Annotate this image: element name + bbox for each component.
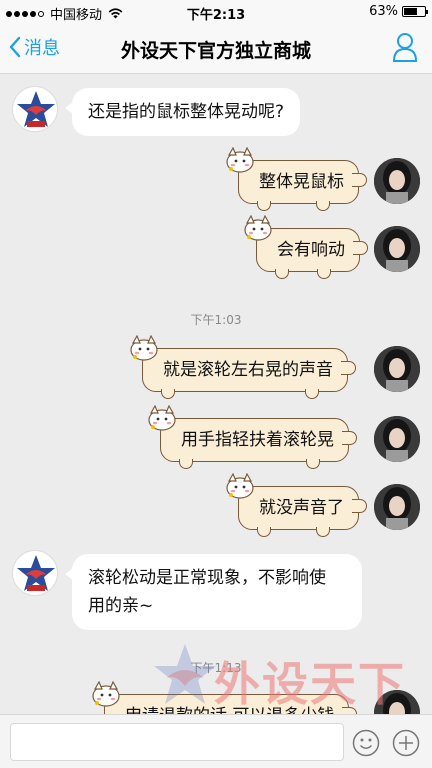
message-input[interactable] [10, 723, 344, 761]
message-bubble[interactable]: 就是滚轮左右晃的声音 [130, 335, 356, 399]
cat-sticker-icon [226, 473, 254, 499]
cat-sticker-icon [244, 215, 272, 241]
message-bubble[interactable]: 就没声音了 [226, 473, 367, 537]
user-avatar[interactable] [374, 484, 420, 530]
user-avatar[interactable] [374, 416, 420, 462]
plus-icon [392, 729, 420, 757]
user-avatar[interactable] [374, 226, 420, 272]
cat-sticker-icon [226, 147, 254, 173]
profile-button[interactable] [392, 32, 418, 66]
user-photo [374, 484, 420, 530]
cat-sticker-icon [148, 405, 176, 431]
smiley-icon [352, 729, 380, 757]
message-timestamp: 下午1:03 [190, 313, 242, 327]
battery-fill [404, 8, 417, 15]
message-bubble[interactable]: 整体晃鼠标 [226, 147, 367, 211]
message-bubble[interactable]: 还是指的鼠标整体晃动呢? [64, 88, 301, 136]
message-text: 就是滚轮左右晃的声音 [163, 360, 333, 380]
nav-bar: 消息 外设天下官方独立商城 [0, 22, 432, 74]
message-text: 用手指轻扶着滚轮晃 [181, 430, 334, 450]
user-avatar[interactable] [374, 690, 420, 714]
page-title: 外设天下官方独立商城 [120, 40, 311, 62]
emoji-button[interactable] [352, 729, 380, 757]
battery-percent: 63% [369, 4, 398, 19]
message-text: 就没声音了 [259, 498, 344, 518]
input-bar [0, 714, 432, 768]
battery-icon [402, 6, 428, 17]
shop-logo-icon [17, 91, 55, 127]
cat-sticker-icon [92, 681, 120, 707]
message-text: 整体晃鼠标 [259, 172, 344, 192]
person-icon [392, 33, 418, 62]
more-actions-button[interactable] [392, 729, 420, 757]
message-text-line: 滚轮松动是正常现象，不影响使 [88, 568, 326, 588]
shop-avatar[interactable] [12, 550, 58, 596]
message-timestamp: 下午1:13 [190, 661, 242, 675]
message-bubble[interactable]: 用手指轻扶着滚轮晃 [148, 405, 357, 469]
message-text: 申请退款的话 可以退多少钱 [125, 706, 334, 714]
message-bubble[interactable]: 滚轮松动是正常现象，不影响使 用的亲~ [65, 554, 362, 630]
message-bubble[interactable]: 会有响动 [244, 215, 368, 279]
cat-sticker-icon [130, 335, 158, 361]
user-photo [374, 346, 420, 392]
message-bubble[interactable]: 申请退款的话 可以退多少钱 [92, 681, 358, 714]
shop-avatar[interactable] [12, 86, 58, 132]
user-photo [374, 416, 420, 462]
user-photo [374, 226, 420, 272]
message-text: 会有响动 [277, 240, 345, 260]
message-text-line: 用的亲~ [88, 596, 154, 616]
user-avatar[interactable] [374, 158, 420, 204]
user-avatar[interactable] [374, 346, 420, 392]
status-bar: 中国移动 下午2:13 63% [0, 0, 432, 23]
message-text: 还是指的鼠标整体晃动呢? [88, 102, 285, 122]
user-photo [374, 158, 420, 204]
user-photo [374, 690, 420, 714]
status-time: 下午2:13 [186, 8, 246, 23]
chat-area[interactable]: 还是指的鼠标整体晃动呢? 整体晃鼠标 会有响动 下午1:03 就是滚轮左右晃的声… [0, 74, 432, 714]
status-right: 63% [369, 4, 428, 19]
shop-logo-icon [17, 555, 55, 591]
